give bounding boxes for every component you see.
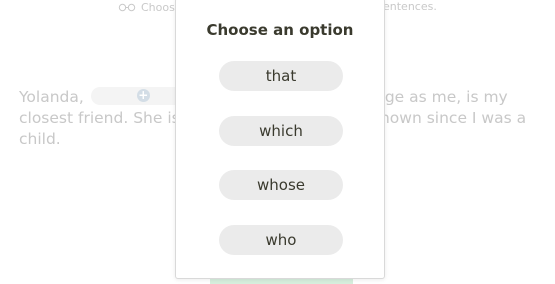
popover-title: Choose an option <box>206 21 354 39</box>
option-button-that[interactable]: that <box>219 61 343 91</box>
option-button-which[interactable]: which <box>219 116 343 146</box>
sentence-line3: child. <box>19 130 61 148</box>
instructions-text-end: entences. <box>383 0 437 13</box>
plus-icon: + <box>136 88 150 102</box>
glasses-icon <box>118 3 136 11</box>
option-button-who[interactable]: who <box>219 225 343 255</box>
sentence-line1-start: Yolanda, <box>19 88 84 106</box>
option-button-whose[interactable]: whose <box>219 170 343 200</box>
sentence-line2-start: closest friend. She is s <box>19 109 193 127</box>
sentence-line2-end: known since I was a <box>371 109 527 127</box>
exercise-page: Choos entences. Yolanda, + lege as me, i… <box>0 0 555 284</box>
instructions-text-start: Choos <box>141 0 175 14</box>
sentence-line1-end: lege as me, is my <box>371 88 508 106</box>
choose-option-popover: Choose an option that which whose who <box>175 0 385 279</box>
